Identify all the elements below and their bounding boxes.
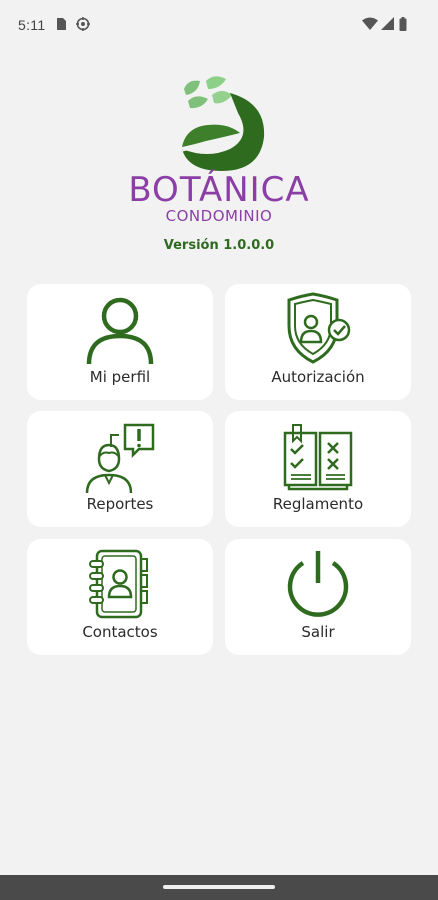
wifi-icon	[362, 17, 378, 35]
user-profile-icon	[83, 292, 157, 371]
menu-card-mi-perfil[interactable]: Mi perfil	[27, 284, 213, 400]
rules-book-icon	[281, 419, 355, 498]
signal-icon	[381, 17, 394, 35]
menu-card-salir[interactable]: Salir	[225, 539, 411, 655]
status-bar: 5:11	[0, 0, 438, 52]
menu-label: Reglamento	[272, 495, 364, 513]
home-gesture-handle[interactable]	[163, 885, 275, 889]
menu-label: Contactos	[82, 623, 158, 641]
menu-card-reglamento[interactable]: Reglamento	[225, 411, 411, 527]
version-label: Versión 1.0.0.0	[163, 238, 275, 253]
status-time: 5:11	[18, 17, 46, 33]
menu-card-contactos[interactable]: Contactos	[27, 539, 213, 655]
menu-card-autorizacion[interactable]: Autorización	[225, 284, 411, 400]
power-icon	[281, 547, 355, 626]
report-person-alert-icon	[83, 419, 157, 498]
settings-target-icon	[76, 17, 90, 36]
contacts-book-icon	[83, 547, 157, 626]
shield-user-check-icon	[281, 292, 355, 371]
battery-icon	[399, 17, 407, 36]
menu-label: Mi perfil	[89, 368, 151, 386]
brand-subtitle: CONDOMINIO	[165, 207, 273, 225]
menu-label: Reportes	[86, 495, 154, 513]
system-nav-bar	[0, 875, 438, 900]
sim-card-icon	[55, 17, 67, 36]
logo	[168, 75, 272, 180]
brand-title: BOTÁNICA	[128, 170, 310, 210]
menu-label: Salir	[301, 623, 335, 641]
menu-card-reportes[interactable]: Reportes	[27, 411, 213, 527]
menu-label: Autorización	[271, 368, 365, 386]
